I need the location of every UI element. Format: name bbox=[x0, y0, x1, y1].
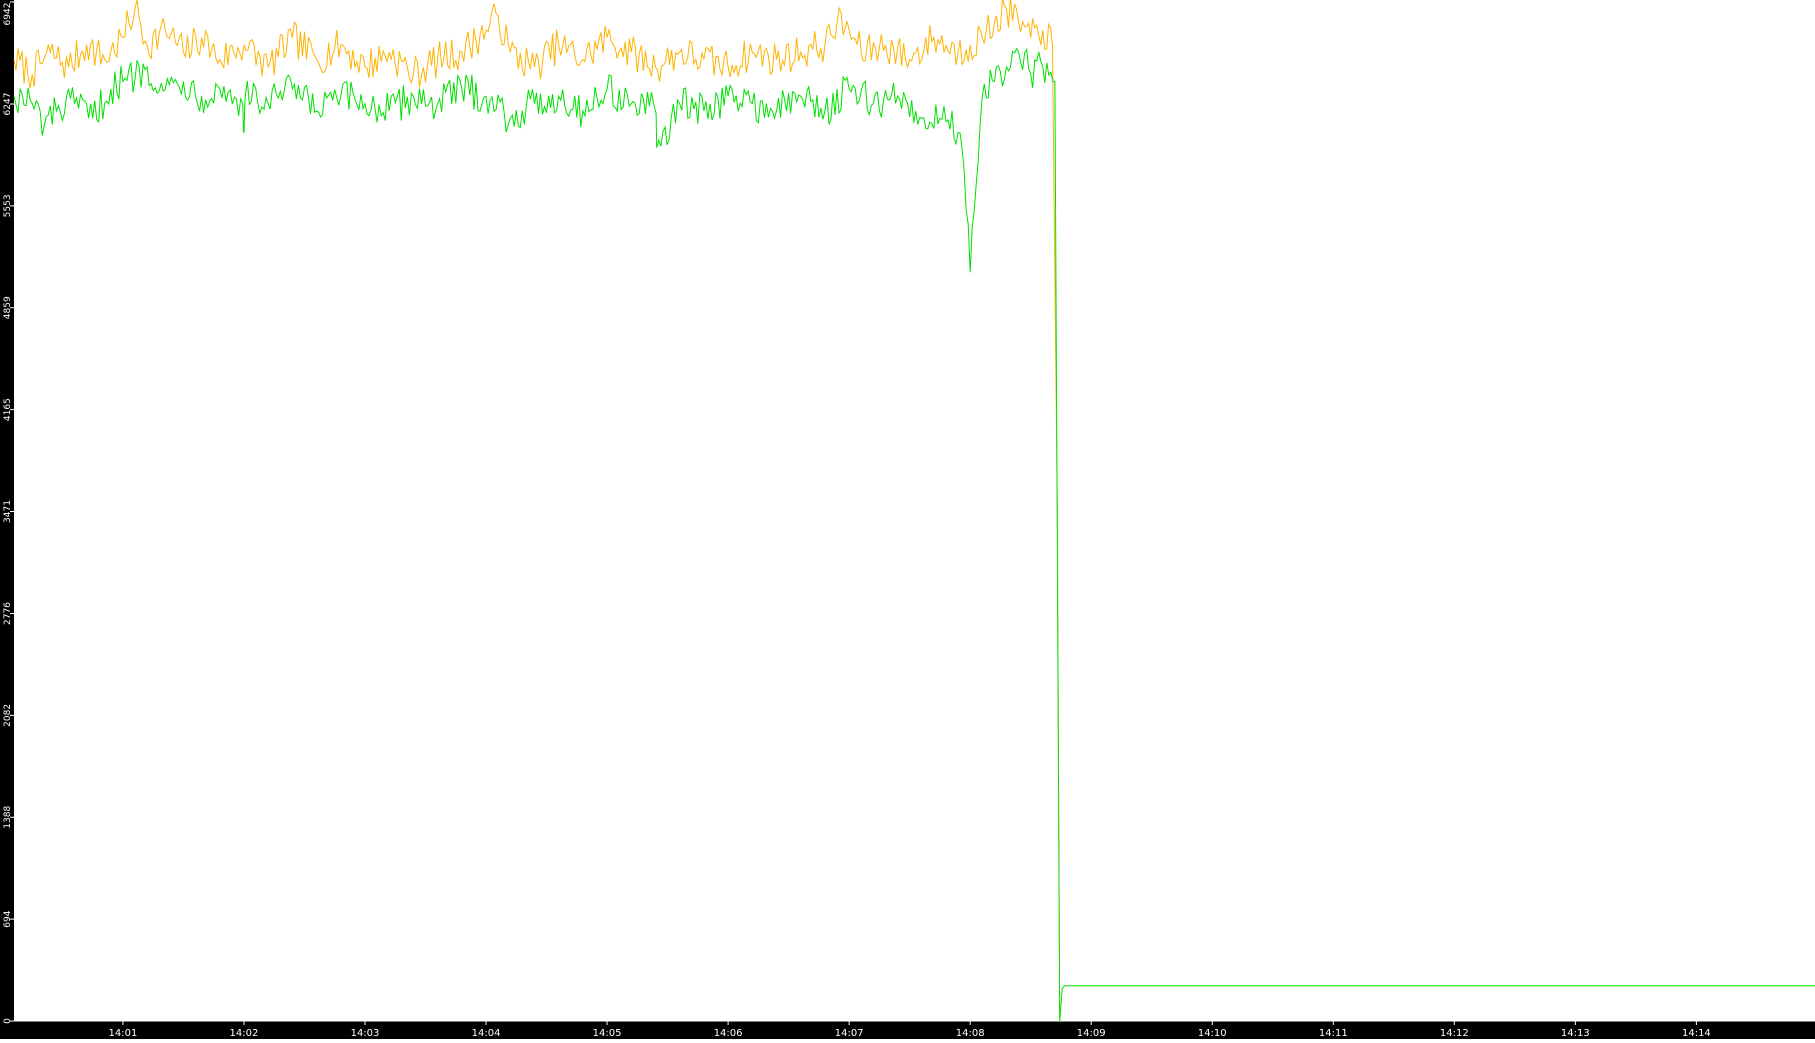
y-tick-label: 2082 bbox=[3, 704, 13, 727]
x-tick-label: 14:12 bbox=[1440, 1028, 1469, 1039]
y-tick-label: 0 bbox=[3, 1018, 13, 1024]
y-tick-label: 6942 bbox=[3, 3, 13, 26]
x-tick-label: 14:10 bbox=[1198, 1028, 1227, 1039]
x-tick-label: 14:13 bbox=[1561, 1028, 1590, 1039]
x-axis-band bbox=[0, 1021, 1815, 1039]
chart-root: 0 694 1388 2082 2776 3471 4165 4859 5553 6247 6942… bbox=[0, 0, 1815, 1039]
y-tick-label: 4165 bbox=[3, 398, 13, 421]
y-tick-label: 6247 bbox=[3, 93, 13, 116]
x-tick-label: 14:01 bbox=[109, 1028, 138, 1039]
x-tick-label: 14:09 bbox=[1077, 1028, 1106, 1039]
x-tick-label: 14:02 bbox=[230, 1028, 259, 1039]
y-tick-label: 1388 bbox=[3, 806, 13, 829]
x-tick-label: 14:14 bbox=[1682, 1028, 1711, 1039]
y-tick-label: 2776 bbox=[3, 602, 13, 625]
x-tick-label: 14:11 bbox=[1319, 1028, 1348, 1039]
y-tick-label: 4859 bbox=[3, 296, 13, 319]
x-tick-label: 14:07 bbox=[835, 1028, 864, 1039]
y-tick-label: 5553 bbox=[3, 194, 13, 217]
line-chart: 0 694 1388 2082 2776 3471 4165 4859 5553 6247 6942… bbox=[0, 0, 1815, 1039]
y-tick-label: 3471 bbox=[3, 500, 13, 523]
x-tick-label: 14:05 bbox=[593, 1028, 622, 1039]
x-tick-label: 14:03 bbox=[351, 1028, 380, 1039]
x-tick-label: 14:08 bbox=[956, 1028, 985, 1039]
x-tick-label: 14:06 bbox=[714, 1028, 743, 1039]
plot-background bbox=[0, 0, 1815, 1039]
x-tick-label: 14:04 bbox=[472, 1028, 501, 1039]
y-tick-label: 694 bbox=[3, 910, 13, 927]
